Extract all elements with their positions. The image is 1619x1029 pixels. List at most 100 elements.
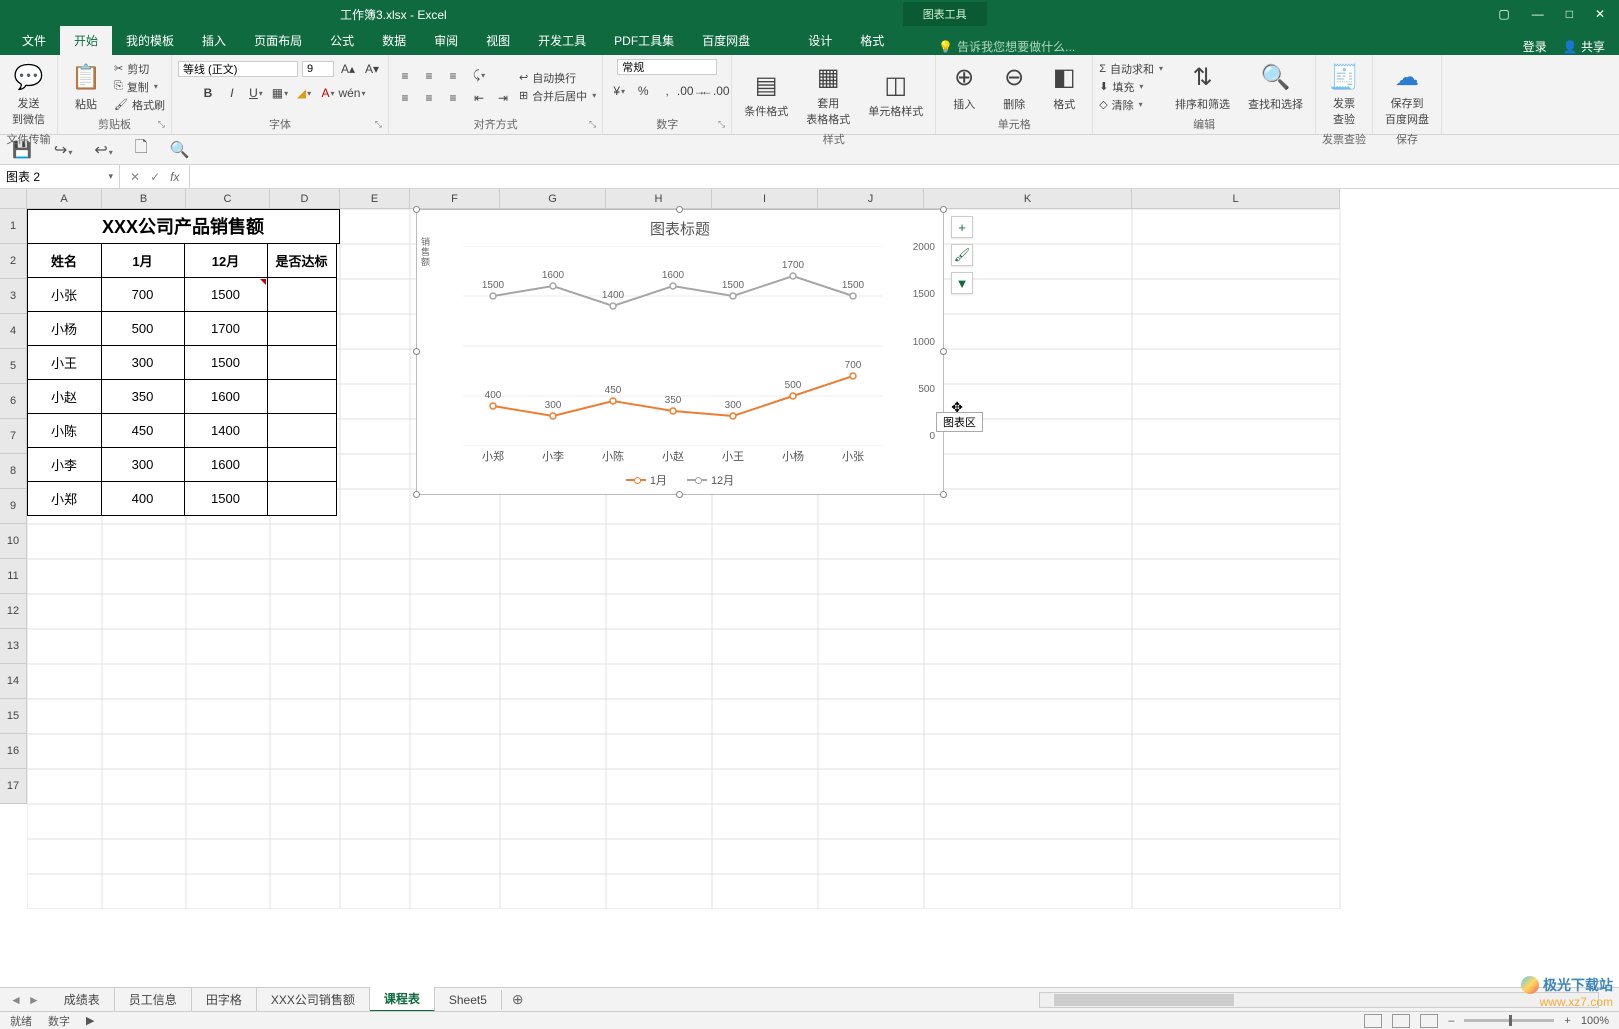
column-header[interactable]: L <box>1132 189 1340 209</box>
row-header[interactable]: 13 <box>0 629 27 664</box>
tab-chart-format[interactable]: 格式 <box>846 26 898 55</box>
merge-center-button[interactable]: ⊞合并后居中▾ <box>519 88 596 104</box>
share-button[interactable]: 👤 共享 <box>1563 38 1605 55</box>
align-middle-button[interactable]: ≡ <box>419 66 439 86</box>
column-header[interactable]: G <box>500 189 606 209</box>
border-button[interactable]: ▦▾ <box>270 83 290 103</box>
row-header[interactable]: 6 <box>0 384 27 419</box>
find-select-button[interactable]: 🔍查找和选择 <box>1242 60 1309 114</box>
accept-formula-icon[interactable]: ✓ <box>150 170 160 184</box>
resize-handle[interactable] <box>940 348 947 355</box>
chart-title[interactable]: 图表标题 <box>417 210 943 239</box>
resize-handle[interactable] <box>413 348 420 355</box>
name-box[interactable]: 图表 2▾ <box>0 165 120 188</box>
column-header[interactable]: E <box>340 189 410 209</box>
column-header[interactable]: D <box>270 189 340 209</box>
column-header[interactable]: A <box>27 189 102 209</box>
align-left-button[interactable]: ≡ <box>395 88 415 108</box>
italic-button[interactable]: I <box>222 83 242 103</box>
clear-button[interactable]: ◇清除▾ <box>1099 97 1163 113</box>
row-header[interactable]: 4 <box>0 314 27 349</box>
resize-handle[interactable] <box>676 206 683 213</box>
table-format-button[interactable]: ▦套用 表格格式 <box>800 59 856 129</box>
font-size-select[interactable] <box>302 61 334 77</box>
column-header[interactable]: J <box>818 189 924 209</box>
column-header[interactable]: C <box>186 189 270 209</box>
cancel-formula-icon[interactable]: ✕ <box>130 170 140 184</box>
tab-view[interactable]: 视图 <box>472 26 524 55</box>
tab-layout[interactable]: 页面布局 <box>240 26 316 55</box>
legend-item[interactable]: 12月 <box>687 472 734 488</box>
close-icon[interactable]: ✕ <box>1595 7 1605 21</box>
align-bottom-button[interactable]: ≡ <box>443 66 463 86</box>
row-header[interactable]: 1 <box>0 209 27 244</box>
zoom-in-button[interactable]: + <box>1564 1015 1570 1027</box>
tab-data[interactable]: 数据 <box>368 26 420 55</box>
align-top-button[interactable]: ≡ <box>395 66 415 86</box>
scrollbar-thumb[interactable] <box>1054 994 1234 1006</box>
minimize-icon[interactable]: — <box>1532 7 1544 21</box>
formula-input[interactable] <box>190 165 1619 188</box>
row-header[interactable]: 15 <box>0 699 27 734</box>
zoom-level[interactable]: 100% <box>1581 1015 1609 1027</box>
row-header[interactable]: 9 <box>0 489 27 524</box>
font-name-select[interactable] <box>178 61 298 77</box>
resize-handle[interactable] <box>413 491 420 498</box>
resize-handle[interactable] <box>676 491 683 498</box>
comma-button[interactable]: , <box>657 81 677 101</box>
increase-decimal-button[interactable]: .00→ <box>681 81 701 101</box>
tab-chart-design[interactable]: 设计 <box>794 26 846 55</box>
percent-button[interactable]: % <box>633 81 653 101</box>
row-header[interactable]: 14 <box>0 664 27 699</box>
invoice-check-button[interactable]: 🧾发票 查验 <box>1322 59 1366 129</box>
undo-icon[interactable]: ↩▾ <box>94 140 112 160</box>
sheet-nav-prev-icon[interactable]: ◄ <box>10 993 22 1007</box>
indent-decrease-button[interactable]: ⇤ <box>469 88 489 108</box>
save-baidu-button[interactable]: ☁保存到 百度网盘 <box>1379 59 1435 129</box>
column-header[interactable]: I <box>712 189 818 209</box>
redo-icon[interactable]: ↪▾ <box>54 140 72 160</box>
tab-file[interactable]: 文件 <box>8 26 60 55</box>
column-header[interactable]: B <box>102 189 186 209</box>
chart-legend[interactable]: 1月 12月 <box>417 472 943 488</box>
row-header[interactable]: 11 <box>0 559 27 594</box>
align-right-button[interactable]: ≡ <box>443 88 463 108</box>
tab-insert[interactable]: 插入 <box>188 26 240 55</box>
format-painter-button[interactable]: 🖌格式刷 <box>114 97 165 113</box>
sheet-tab[interactable]: 成绩表 <box>50 988 115 1011</box>
row-header[interactable]: 7 <box>0 419 27 454</box>
tab-pdf[interactable]: PDF工具集 <box>600 26 688 55</box>
page-break-view-button[interactable] <box>1420 1014 1438 1028</box>
row-header[interactable]: 3 <box>0 279 27 314</box>
ribbon-options-icon[interactable]: ▢ <box>1498 7 1509 21</box>
tab-dev[interactable]: 开发工具 <box>524 26 600 55</box>
copy-button[interactable]: ⎘复制▾ <box>114 79 165 95</box>
phonetic-button[interactable]: wén▾ <box>342 83 362 103</box>
decrease-decimal-button[interactable]: ←.00 <box>705 81 725 101</box>
sheet-nav-next-icon[interactable]: ► <box>28 993 40 1007</box>
wrap-text-button[interactable]: ↩自动换行 <box>519 70 596 86</box>
resize-handle[interactable] <box>940 491 947 498</box>
align-center-button[interactable]: ≡ <box>419 88 439 108</box>
chart-elements-button[interactable]: + <box>951 216 973 238</box>
row-header[interactable]: 10 <box>0 524 27 559</box>
sheet-tab[interactable]: 员工信息 <box>115 988 192 1011</box>
tab-baidu[interactable]: 百度网盘 <box>688 26 764 55</box>
insert-cells-button[interactable]: ⊕插入 <box>942 60 986 114</box>
login-link[interactable]: 登录 <box>1523 38 1547 55</box>
legend-item[interactable]: 1月 <box>626 472 667 488</box>
orientation-button[interactable]: ⤹▾ <box>469 66 489 86</box>
underline-button[interactable]: U▾ <box>246 83 266 103</box>
sheet-tab[interactable]: Sheet5 <box>435 990 502 1010</box>
add-sheet-button[interactable]: ⊕ <box>502 991 534 1008</box>
number-format-select[interactable] <box>617 59 717 75</box>
sort-filter-button[interactable]: ⇅排序和筛选 <box>1169 60 1236 114</box>
row-header[interactable]: 5 <box>0 349 27 384</box>
grow-font-button[interactable]: A▴ <box>338 59 358 79</box>
sheet-tab[interactable]: 田字格 <box>192 988 257 1011</box>
sheet-tab[interactable]: 课程表 <box>370 987 435 1012</box>
column-header[interactable]: F <box>410 189 500 209</box>
tab-review[interactable]: 审阅 <box>420 26 472 55</box>
worksheet-area[interactable]: ABCDEFGHIJKL 1234567891011121314151617 X… <box>0 189 1619 1013</box>
resize-handle[interactable] <box>940 206 947 213</box>
